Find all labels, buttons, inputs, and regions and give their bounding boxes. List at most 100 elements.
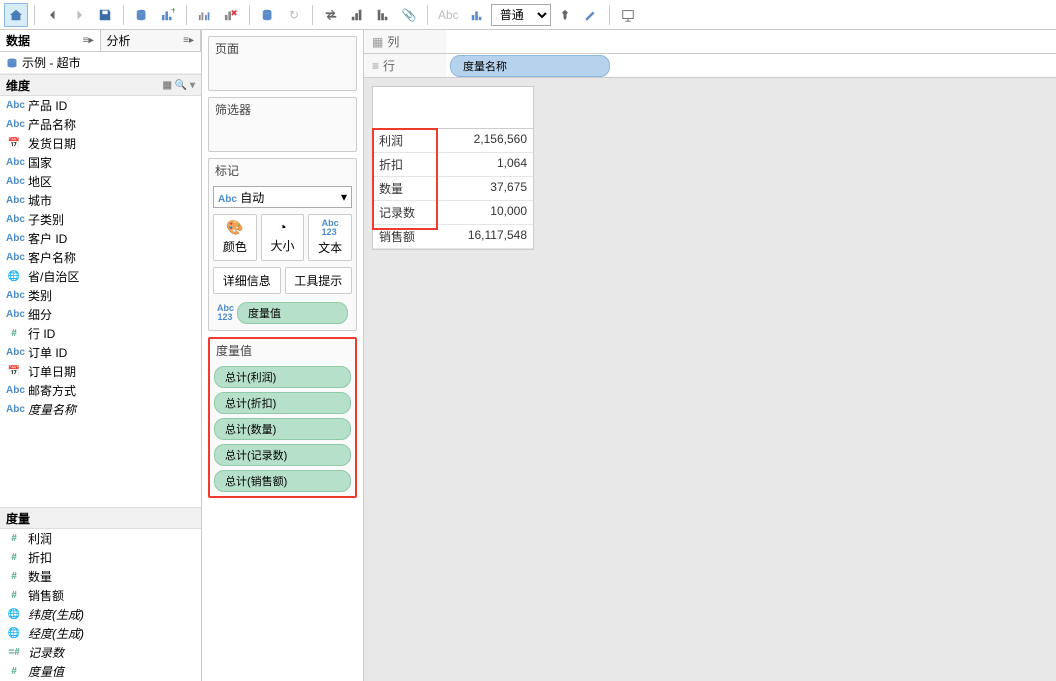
swap-icon (324, 8, 338, 22)
mark-detail[interactable]: 详细信息 (213, 267, 281, 294)
viz-row: 销售额16,117,548 (373, 225, 533, 249)
dimension-field[interactable]: Abc订单 ID (0, 343, 201, 362)
measure-field[interactable]: # 数量 (0, 567, 201, 586)
viz-key: 数量 (373, 177, 435, 200)
field-label: 记录数 (28, 644, 64, 661)
mark-tooltip[interactable]: 工具提示 (285, 267, 353, 294)
new-worksheet-button[interactable]: + (156, 3, 180, 27)
filters-drop[interactable] (209, 121, 356, 151)
view-mode-select[interactable]: 普通 (491, 4, 551, 26)
field-label: 客户名称 (28, 249, 76, 266)
presentation-button[interactable] (616, 3, 640, 27)
mark-color[interactable]: 🎨 颜色 (213, 214, 257, 261)
header-tools[interactable]: ▦ 🔍 ▾ (163, 80, 195, 91)
pin-button[interactable] (553, 3, 577, 27)
spacer (0, 419, 201, 507)
mark-text[interactable]: Abc 123 文本 (308, 214, 352, 261)
save-button[interactable] (93, 3, 117, 27)
header-label: 维度 (6, 77, 30, 94)
dimension-field[interactable]: Abc客户名称 (0, 248, 201, 267)
viz-table: 利润2,156,560折扣1,064数量37,675记录数10,000销售额16… (372, 86, 534, 250)
viz-key: 记录数 (373, 201, 435, 224)
dimension-field[interactable]: Abc国家 (0, 153, 201, 172)
field-label: 邮寄方式 (28, 382, 76, 399)
dimensions-list: Abc产品 IDAbc产品名称📅发货日期Abc国家Abc地区Abc城市Abc子类… (0, 96, 201, 419)
clear-icon (224, 8, 238, 22)
tab-menu-icon[interactable]: ≡▸ (83, 35, 94, 46)
swap-button[interactable] (319, 3, 343, 27)
text-pill-row[interactable]: Abc 123 度量值 (213, 300, 352, 326)
row-pill[interactable]: 度量名称 (450, 55, 610, 77)
field-label: 产品名称 (28, 116, 76, 133)
measure-field[interactable]: 🌐经度(生成) (0, 624, 201, 643)
measure-field[interactable]: =#记录数 (0, 643, 201, 662)
clear-sheet-button[interactable] (219, 3, 243, 27)
tab-data[interactable]: 数据 ≡▸ (0, 30, 101, 51)
measure-value-pill[interactable]: 总计(折扣) (214, 392, 351, 414)
measure-field[interactable]: #折扣 (0, 548, 201, 567)
sort-asc-button[interactable] (345, 3, 369, 27)
datasource-row[interactable]: 示例 - 超市 (0, 52, 201, 74)
measure-field[interactable]: #销售额 (0, 586, 201, 605)
field-label: 地区 (28, 173, 52, 190)
dimension-field[interactable]: #行 ID (0, 324, 201, 343)
field-label: 数量 (28, 568, 52, 585)
separator (123, 5, 124, 25)
forward-button[interactable] (67, 3, 91, 27)
field-label: 利润 (28, 530, 52, 547)
measure-field[interactable]: 🌐纬度(生成) (0, 605, 201, 624)
sort-desc-icon (376, 8, 390, 22)
back-button[interactable] (41, 3, 65, 27)
globe-icon: 🌐 (6, 271, 22, 282)
measure-value-pill[interactable]: 总计(记录数) (214, 444, 351, 466)
separator (34, 5, 35, 25)
marks-body: Abc 自动 ▾ 🎨 颜色 ◔ 大小 Abc 123 (209, 182, 356, 330)
abc-icon: Abc (6, 290, 22, 301)
attachment-button[interactable]: 📎 (397, 3, 421, 27)
measure-values-highlight: 度量值 总计(利润)总计(折扣)总计(数量)总计(记录数)总计(销售额) (208, 337, 357, 498)
hash-icon: # (6, 666, 22, 677)
hash-icon: # (6, 533, 22, 544)
dimension-field[interactable]: Abc产品名称 (0, 115, 201, 134)
viz-value: 37,675 (435, 177, 533, 200)
hash-icon: # (6, 571, 22, 582)
show-labels-button[interactable] (465, 3, 489, 27)
hash-icon: # (6, 552, 22, 563)
back-icon (47, 9, 59, 21)
dimension-field[interactable]: Abc客户 ID (0, 229, 201, 248)
home-button[interactable] (4, 3, 28, 27)
duplicate-sheet-button[interactable] (193, 3, 217, 27)
dimension-field[interactable]: Abc度量名称 (0, 400, 201, 419)
dimension-field[interactable]: 📅订单日期 (0, 362, 201, 381)
measure-value-pill[interactable]: 总计(数量) (214, 418, 351, 440)
measure-value-pill[interactable]: 总计(销售额) (214, 470, 351, 492)
dimension-field[interactable]: 🌐省/自治区 (0, 267, 201, 286)
dimension-field[interactable]: 📅发货日期 (0, 134, 201, 153)
tab-menu-icon[interactable]: ≡▸ (183, 35, 194, 46)
refresh-button[interactable]: ↻ (282, 3, 306, 27)
dimension-field[interactable]: Abc地区 (0, 172, 201, 191)
dimension-field[interactable]: Abc邮寄方式 (0, 381, 201, 400)
dimension-field[interactable]: Abc产品 ID (0, 96, 201, 115)
tab-analysis[interactable]: 分析 ≡▸ (101, 30, 202, 51)
sort-desc-button[interactable] (371, 3, 395, 27)
datasource-button[interactable] (256, 3, 280, 27)
measure-values-pill[interactable]: 度量值 (237, 302, 348, 324)
field-label: 订单 ID (28, 344, 67, 361)
marks-type-select[interactable]: Abc 自动 ▾ (213, 186, 352, 208)
columns-drop[interactable] (446, 30, 1056, 53)
separator (249, 5, 250, 25)
dimension-field[interactable]: Abc细分 (0, 305, 201, 324)
dimension-field[interactable]: Abc类别 (0, 286, 201, 305)
sort-asc-icon (350, 8, 364, 22)
dimension-field[interactable]: Abc子类别 (0, 210, 201, 229)
mark-size[interactable]: ◔ 大小 (261, 214, 305, 261)
measure-field[interactable]: #度量值 (0, 662, 201, 681)
pages-drop[interactable] (209, 60, 356, 90)
highlight-button[interactable] (579, 3, 603, 27)
new-datasource-button[interactable] (130, 3, 154, 27)
dimension-field[interactable]: Abc城市 (0, 191, 201, 210)
rows-drop[interactable]: 度量名称 (446, 54, 1056, 77)
measure-value-pill[interactable]: 总计(利润) (214, 366, 351, 388)
measure-field[interactable]: # 利润 (0, 529, 201, 548)
